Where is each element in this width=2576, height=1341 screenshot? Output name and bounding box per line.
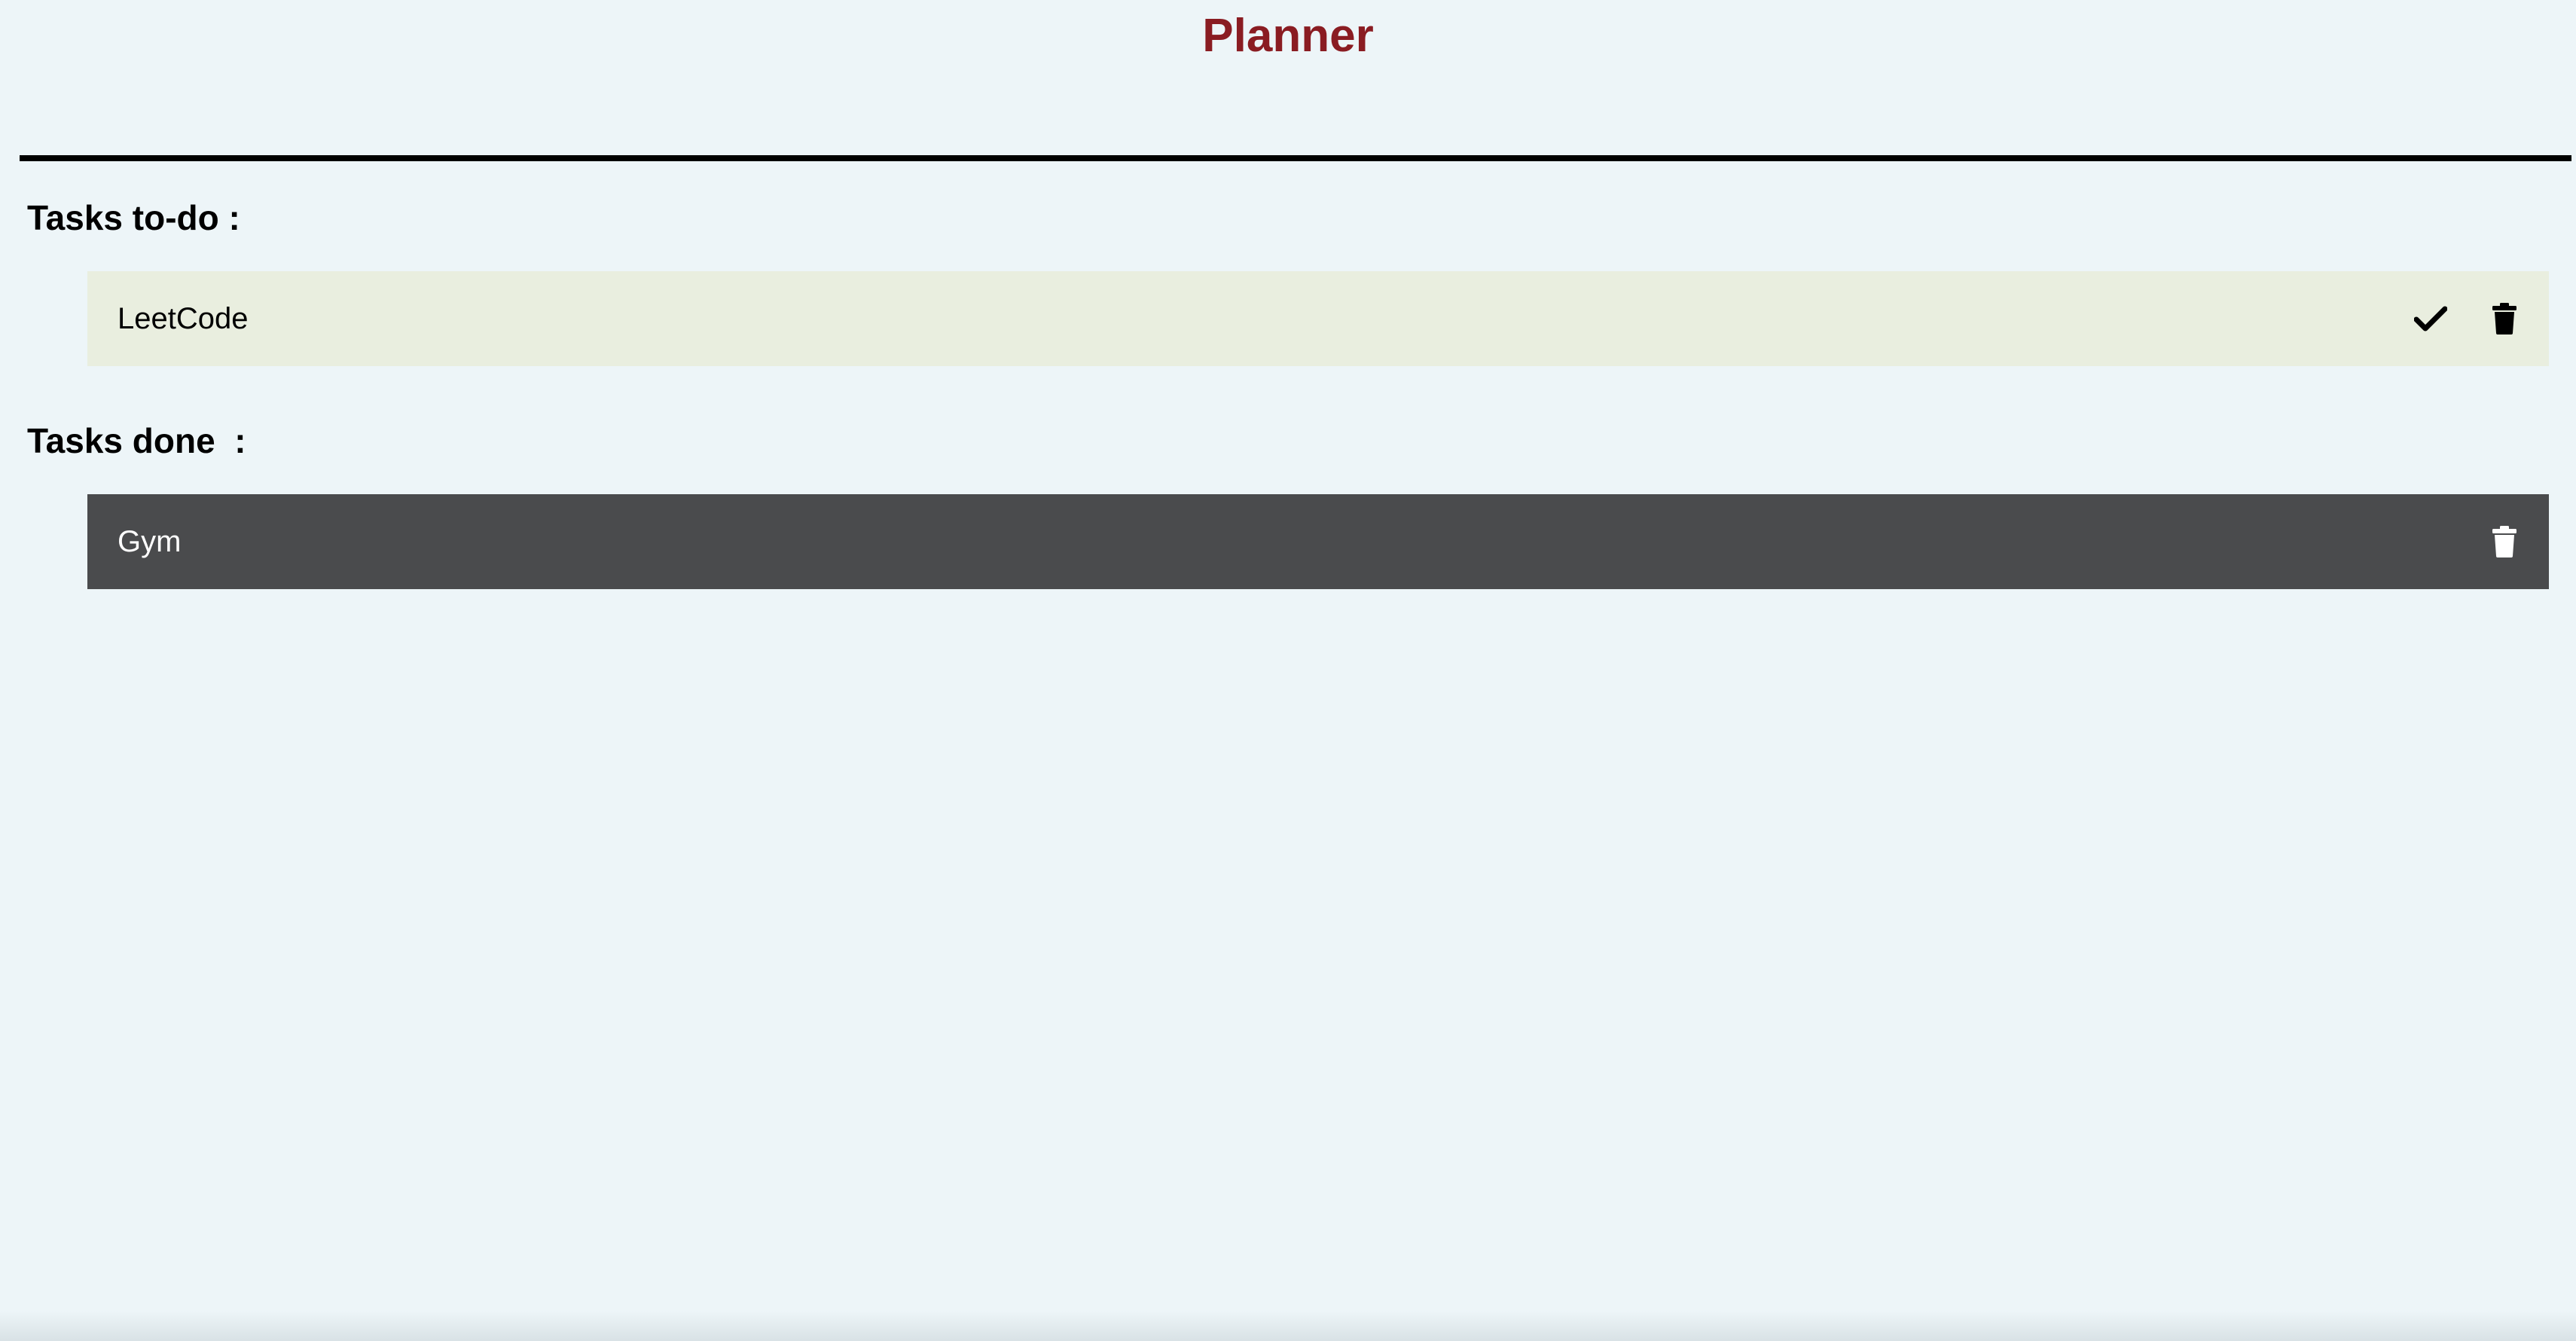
done-task-actions [2486,523,2523,561]
trash-icon[interactable] [2486,300,2523,338]
done-task-label: Gym [118,524,182,558]
todo-task-actions [2412,300,2523,338]
bottom-shadow [0,1311,2576,1341]
planner-page: Planner Tasks to-do : LeetCode Tasks don… [0,0,2576,1341]
done-section-heading: Tasks done : [27,421,246,460]
check-icon[interactable] [2412,300,2449,338]
todo-section-heading: Tasks to-do : [27,198,240,237]
done-task-row: Gym [87,494,2549,589]
page-title: Planner [1202,10,1374,62]
trash-icon[interactable] [2486,523,2523,561]
header-divider [20,155,2571,161]
todo-task-row: LeetCode [87,271,2549,366]
todo-task-label: LeetCode [118,301,249,335]
